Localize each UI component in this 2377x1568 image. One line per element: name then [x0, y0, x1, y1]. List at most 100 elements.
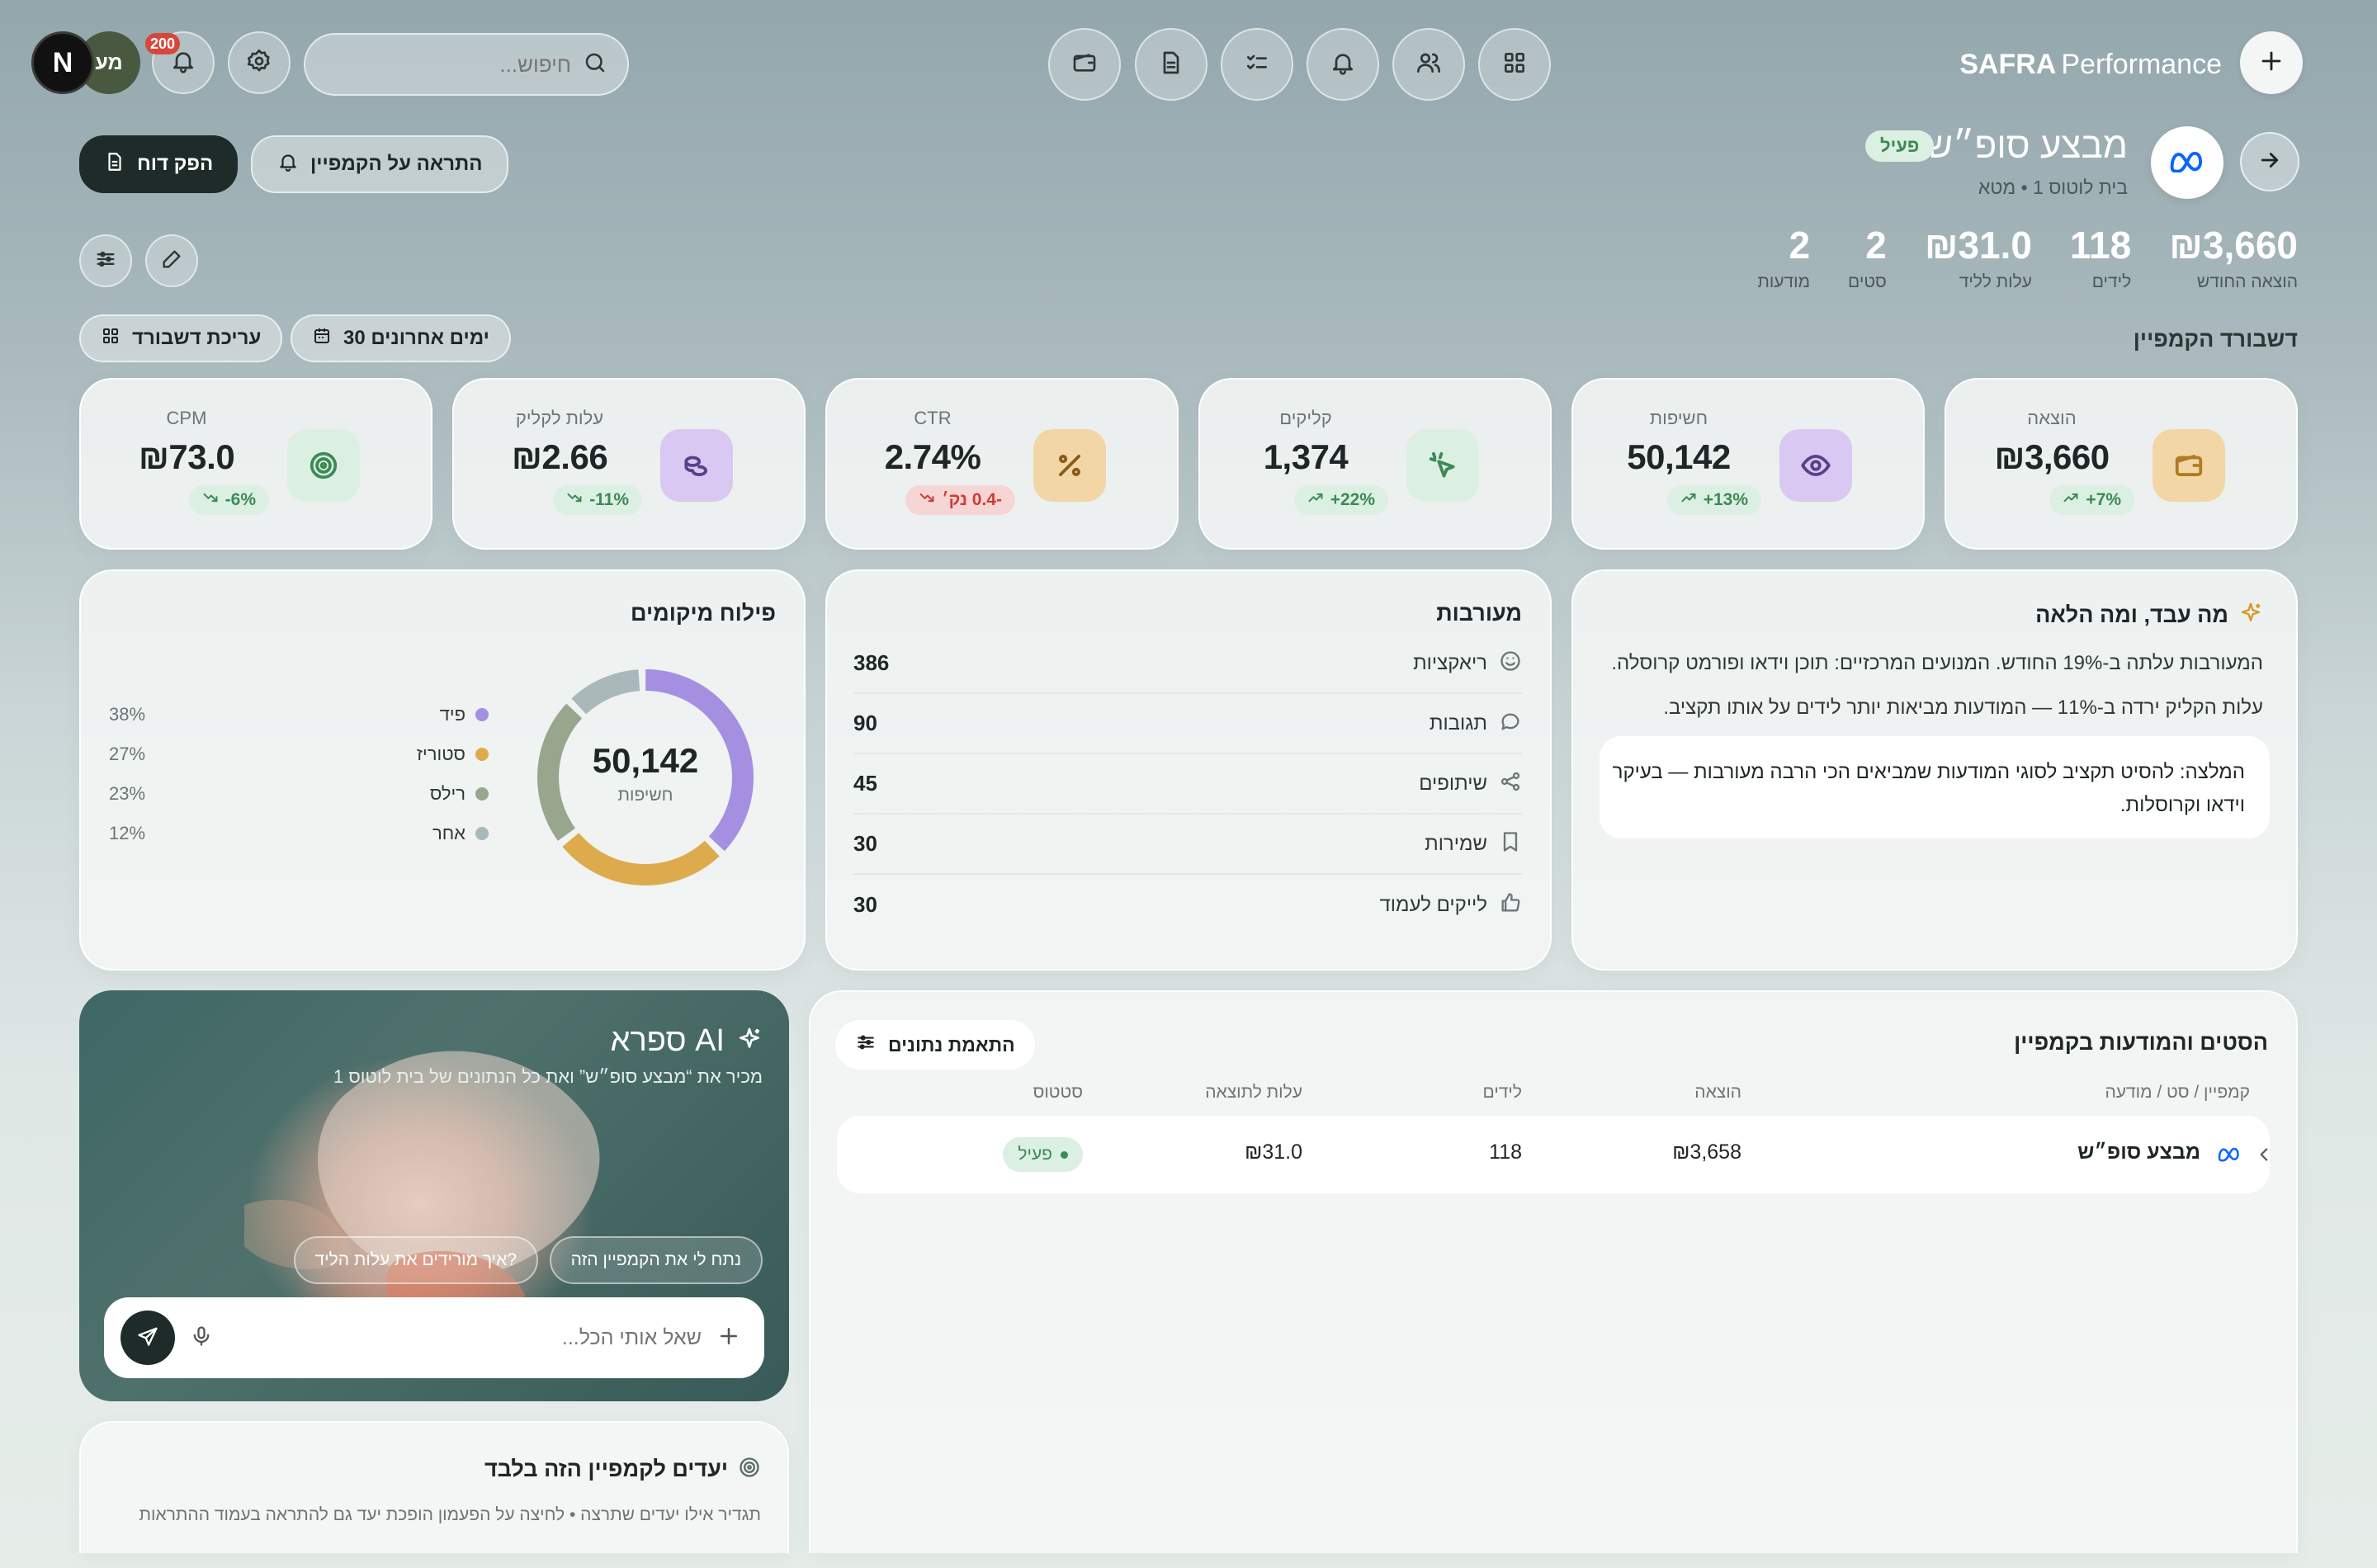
thumbs-up-icon — [1499, 891, 1522, 919]
search-input[interactable] — [357, 51, 571, 78]
brand-bold: SAFRA — [1959, 48, 2057, 80]
brand-logo: SAFRA Performance — [1959, 43, 2222, 86]
summary-label: מודעות — [1757, 272, 1811, 291]
avatar-n[interactable]: N — [31, 31, 94, 94]
generate-report-button[interactable]: הפק דוח — [79, 135, 239, 193]
settings-button[interactable] — [228, 31, 291, 94]
meta-logo — [2151, 126, 2223, 199]
engagement-label: ריאקציות — [1413, 651, 1487, 674]
sliders-icon — [855, 1032, 877, 1058]
kpi-card[interactable]: CPM ₪73.0 6%- — [79, 378, 432, 550]
checklist-icon — [1244, 50, 1270, 80]
engagement-row: 386 ריאקציות — [853, 634, 1522, 694]
donut-total-label: חשיפות — [617, 786, 673, 805]
wallet-nav-button[interactable] — [1048, 28, 1121, 101]
campaign-title: מבצע סופ״ש — [1926, 125, 2128, 166]
kpi-change-badge: 22%+ — [1293, 485, 1388, 515]
kpi-label: עלות לקליק — [515, 408, 604, 428]
sliders-icon — [94, 248, 117, 275]
alerts-nav-button[interactable] — [1307, 28, 1379, 101]
filters-button[interactable] — [79, 234, 132, 287]
legend-label: רילס — [429, 783, 465, 804]
engagement-label: לייקים לעמוד — [1379, 893, 1487, 916]
engagement-value: 30 — [853, 831, 877, 856]
kpi-change-value: -0.4 נק׳ — [942, 490, 1002, 509]
grid-icon — [101, 326, 121, 352]
trend-icon — [1307, 489, 1324, 511]
col-header-cpl: עלות לתוצאה — [1205, 1083, 1302, 1102]
kpi-card[interactable]: CTR 2.74% -0.4 נק׳ — [825, 378, 1179, 550]
expand-row-icon[interactable] — [2253, 1144, 2275, 1169]
apps-nav-button[interactable] — [1478, 28, 1551, 101]
placements-card: פילוח מיקומים 50,142 חשיפות 38% פיד 27% סטו… — [79, 569, 806, 971]
ai-question-input[interactable] — [228, 1325, 702, 1350]
recommendation-line-1: המלצה: להסיט תקציב לסוגי המודעות שמביאים… — [1612, 761, 2245, 783]
goals-card: יעדים לקמפיין הזה בלבד תגדיר אילו יעדים … — [79, 1421, 789, 1553]
ai-suggestion-chip[interactable]: איך מורידים את עלות הליד? — [293, 1236, 538, 1284]
gear-icon — [246, 48, 272, 78]
users-icon — [1415, 50, 1442, 80]
insight-title: מה עבד, ומה הלאה — [2035, 602, 2228, 627]
cursor-click-icon — [1406, 429, 1479, 502]
send-button[interactable] — [121, 1311, 175, 1365]
date-range-button[interactable]: 30 ימים אחרונים — [291, 314, 511, 362]
legend-pct: 12% — [109, 823, 146, 843]
tasks-nav-button[interactable] — [1221, 28, 1293, 101]
row-status-label: פעיל — [1018, 1145, 1052, 1164]
recommendation-box: המלצה: להסיט תקציב לסוגי המודעות שמביאים… — [1600, 736, 2270, 838]
trend-icon — [2063, 489, 2079, 511]
ai-suggestion-chip[interactable]: נתח לי את הקמפיין הזה — [549, 1236, 763, 1284]
back-button[interactable] — [2240, 132, 2299, 191]
engagement-row: 90 תגובות — [853, 694, 1522, 754]
document-icon — [1158, 50, 1184, 80]
kpi-card[interactable]: חשיפות 50,142 13%+ — [1571, 378, 1925, 550]
users-nav-button[interactable] — [1392, 28, 1465, 101]
engagement-row: 30 לייקים לעמוד — [853, 875, 1522, 935]
ai-assistant-card: ספרא AI מכיר את “מבצע סופ״ש” ואת כל הנתו… — [79, 990, 789, 1401]
search-bar[interactable] — [304, 33, 629, 96]
kpi-change-value: 22%+ — [1330, 490, 1375, 509]
campaign-alert-button[interactable]: התראה על הקמפיין — [251, 135, 509, 193]
row-leads: 118 — [1489, 1141, 1522, 1164]
plus-icon — [2257, 47, 2285, 79]
summary-stat: ₪3,660 הוצאה החודש — [2169, 223, 2298, 297]
kpi-card[interactable]: עלות לקליק ₪2.66 11%- — [452, 378, 806, 550]
bell-icon — [1330, 50, 1356, 80]
reports-nav-button[interactable] — [1135, 28, 1207, 101]
wallet-icon — [1071, 50, 1098, 80]
trend-icon — [566, 489, 583, 511]
coins-icon — [660, 429, 733, 502]
campaign-status-badge: פעיל — [1865, 130, 1935, 162]
data-match-button[interactable]: התאמת נתונים — [835, 1020, 1035, 1070]
add-button[interactable] — [2240, 31, 2303, 94]
row-status-badge: פעיל — [1003, 1137, 1083, 1172]
edit-button[interactable] — [145, 234, 198, 287]
engagement-value: 90 — [853, 711, 877, 735]
data-match-label: התאמת נתונים — [888, 1033, 1015, 1056]
meta-icon — [2217, 1145, 2242, 1166]
sparkle-icon — [736, 1026, 763, 1056]
summary-value: ₪3,660 — [2169, 224, 2298, 267]
row-name: מבצע סופ״ש — [2077, 1141, 2200, 1164]
legend-swatch — [475, 827, 489, 840]
edit-dashboard-button[interactable]: עריכת דשבורד — [79, 314, 283, 362]
engagement-label: תגובות — [1429, 711, 1487, 734]
arrow-right-icon — [2257, 148, 2282, 177]
summary-value: 2 — [1865, 224, 1887, 267]
summary-value: 118 — [2070, 224, 2132, 267]
ai-input-bar[interactable] — [104, 1297, 764, 1378]
plus-icon[interactable] — [716, 1324, 741, 1353]
campaign-alert-label: התראה על הקמפיין — [310, 153, 483, 175]
calendar-icon — [312, 326, 332, 352]
legend-label: פיד — [439, 704, 465, 725]
kpi-card[interactable]: קליקים 1,374 22%+ — [1198, 378, 1552, 550]
microphone-icon[interactable] — [190, 1325, 213, 1352]
legend-item: 12% אחר — [109, 814, 489, 853]
engagement-title: מעורבות — [1436, 601, 1522, 626]
col-header-name: קמפיין / סט / מודעה — [2105, 1083, 2250, 1102]
kpi-card[interactable]: הוצאה ₪3,660 7%+ — [1945, 378, 2298, 550]
engagement-row: 45 שיתופים — [853, 754, 1522, 815]
legend-label: אחר — [432, 823, 465, 843]
target-icon — [738, 1456, 761, 1483]
kpi-value: 50,142 — [1627, 437, 1731, 476]
